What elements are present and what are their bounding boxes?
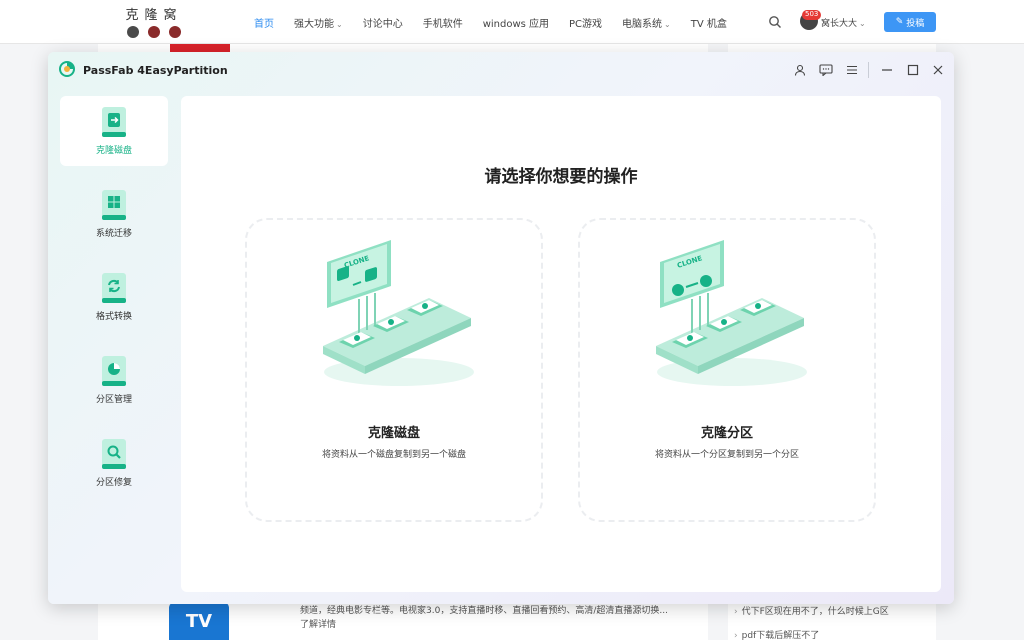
sidebar-item-system-migration[interactable]: 系统迁移 <box>60 179 168 249</box>
sidebar-item-label: 分区修复 <box>95 478 132 488</box>
option-title: 克隆磁盘 <box>367 426 420 441</box>
user-icon[interactable] <box>792 62 808 78</box>
sidebar-item-label: 克隆磁盘 <box>95 146 132 156</box>
maximize-icon[interactable] <box>905 62 921 78</box>
system-migration-icon <box>102 190 126 220</box>
app-title: PassFab 4EasyPartition <box>83 64 228 77</box>
chevron-down-icon: ⌄ <box>859 19 866 28</box>
menu-icon[interactable] <box>844 62 860 78</box>
nav-link-tv-box[interactable]: TV 机盒 <box>691 15 727 30</box>
app-window: PassFab 4EasyPartition 克隆磁盘 系统迁移 格式转换 分区… <box>48 52 954 604</box>
nav-link-features[interactable]: 强大功能 ⌄ <box>294 15 343 30</box>
close-icon[interactable] <box>930 62 946 78</box>
clone-disk-illustration: CLONE <box>323 240 474 386</box>
main-panel: 请选择你想要的操作 CLONE 克隆磁盘 将资料从一个磁盘复制到另一个磁盘 CL… <box>181 96 941 592</box>
article-excerpt: 频道，经典电影专栏等。电视家3.0，支持直播时移、直播回看预约、高清/超清直播源… <box>300 606 668 630</box>
site-logo[interactable]: 克隆窝 <box>122 4 186 40</box>
post-button[interactable]: ✎ 投稿 <box>884 12 936 32</box>
format-convert-icon <box>102 273 126 303</box>
tv-app-thumbnail[interactable]: TV <box>169 602 229 640</box>
site-nav-links: 首页 强大功能 ⌄ 讨论中心 手机软件 windows 应用 PC游戏 电脑系统 ⌄… <box>254 0 747 44</box>
sidebar-item-partition-repair[interactable]: 分区修复 <box>60 428 168 498</box>
sidebar-item-label: 系统迁移 <box>95 229 132 239</box>
nav-link-windows-apps[interactable]: windows 应用 <box>483 15 549 30</box>
feedback-icon[interactable] <box>818 62 834 78</box>
nav-link-mobile-apps[interactable]: 手机软件 <box>423 15 463 30</box>
option-description: 将资料从一个磁盘复制到另一个磁盘 <box>321 450 466 460</box>
site-navbar: 克隆窝 首页 强大功能 ⌄ 讨论中心 手机软件 windows 应用 PC游戏 电… <box>0 0 1024 44</box>
nav-link-pc-systems[interactable]: 电脑系统 ⌄ <box>622 15 671 30</box>
sidebar-item-label: 分区管理 <box>95 395 132 405</box>
titlebar-divider <box>868 62 869 78</box>
option-title: 克隆分区 <box>700 426 753 441</box>
sidebar-link[interactable]: 代下F区现在用不了，什么时候上G区 <box>734 604 889 617</box>
edit-icon: ✎ <box>895 17 904 27</box>
clone-partition-illustration: CLONE <box>656 240 807 386</box>
clone-disk-option-card[interactable]: CLONE 克隆磁盘 将资料从一个磁盘复制到另一个磁盘 <box>245 218 543 522</box>
clone-partition-option-card[interactable]: CLONE 克隆分区 将资料从一个分区复制到另一个分区 <box>578 218 876 522</box>
site-logo-text: 克隆窝 <box>125 8 183 23</box>
app-logo-icon <box>59 61 75 77</box>
title-bar[interactable]: PassFab 4EasyPartition <box>48 52 954 88</box>
clone-disk-icon <box>102 107 126 137</box>
page-title: 请选择你想要的操作 <box>484 167 638 187</box>
chevron-down-icon: ⌄ <box>664 19 671 29</box>
option-description: 将资料从一个分区复制到另一个分区 <box>654 450 799 460</box>
partition-repair-icon <box>102 439 126 469</box>
app-sidebar: 克隆磁盘 系统迁移 格式转换 分区管理 分区修复 <box>60 96 170 596</box>
chevron-down-icon: ⌄ <box>336 19 343 29</box>
sidebar-item-format-convert[interactable]: 格式转换 <box>60 262 168 332</box>
sidebar-item-clone-disk[interactable]: 克隆磁盘 <box>60 96 168 166</box>
nav-link-home[interactable]: 首页 <box>254 15 274 30</box>
partition-manage-icon <box>102 356 126 386</box>
notification-badge: 503 <box>802 10 822 20</box>
search-icon[interactable] <box>768 15 782 29</box>
nav-link-discussion[interactable]: 讨论中心 <box>363 15 403 30</box>
sidebar-link[interactable]: pdf下载后解压不了 <box>734 628 820 640</box>
minimize-icon[interactable] <box>879 62 895 78</box>
sidebar-item-label: 格式转换 <box>95 312 132 322</box>
sidebar-item-partition-manage[interactable]: 分区管理 <box>60 345 168 415</box>
user-name-menu[interactable]: 窝长大大 ⌄ <box>821 16 866 29</box>
site-logo-dots <box>122 26 186 38</box>
nav-link-pc-games[interactable]: PC游戏 <box>569 15 602 30</box>
